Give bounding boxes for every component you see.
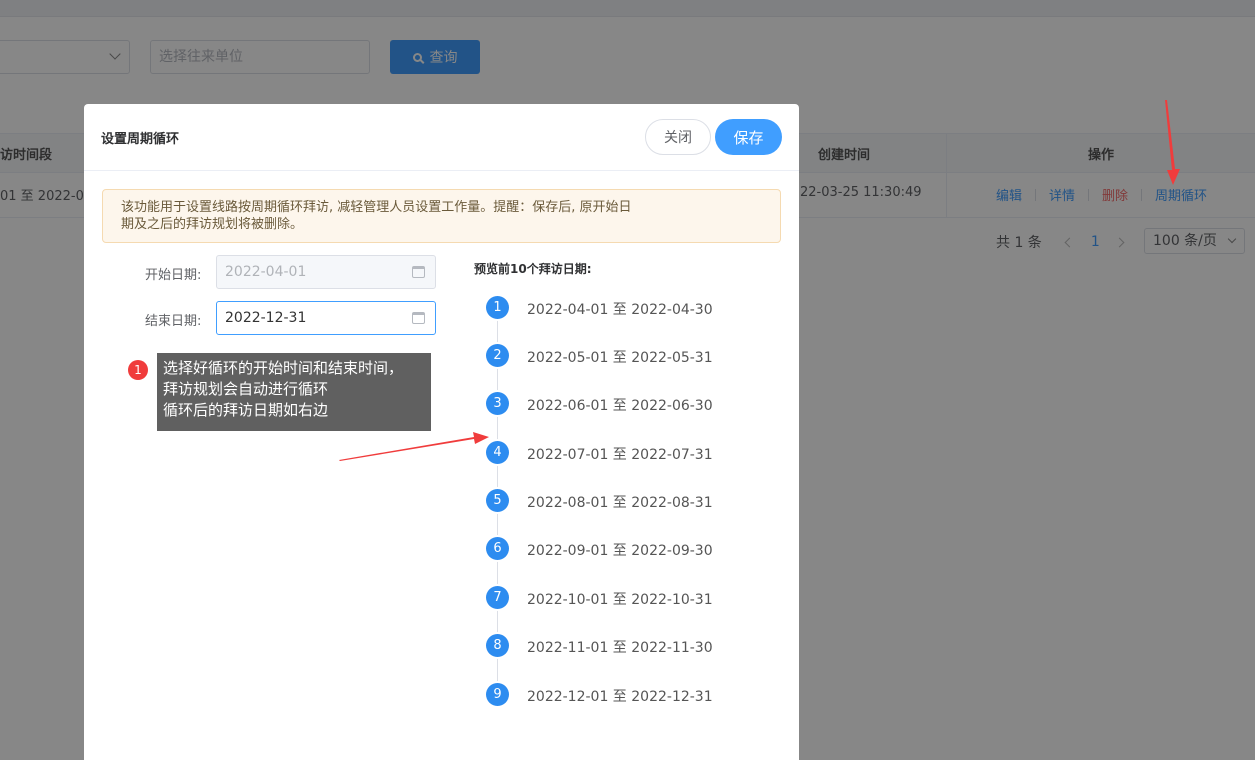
dialog-divider bbox=[84, 170, 799, 171]
timeline-range: 2022-07-01 至 2022-07-31 bbox=[527, 447, 713, 463]
timeline-number: 1 bbox=[486, 296, 509, 319]
dialog-title: 设置周期循环 bbox=[101, 132, 180, 147]
timeline-number: 5 bbox=[486, 489, 509, 512]
timeline-range: 2022-09-01 至 2022-09-30 bbox=[527, 543, 713, 559]
annotation-line: 拜访规划会自动进行循环 bbox=[163, 380, 329, 398]
end-date-input[interactable]: 2022-12-31 bbox=[216, 301, 436, 335]
timeline-range: 2022-10-01 至 2022-10-31 bbox=[527, 592, 713, 608]
timeline-number: 7 bbox=[486, 586, 509, 609]
close-button[interactable]: 关闭 bbox=[645, 119, 711, 155]
timeline-range: 2022-06-01 至 2022-06-30 bbox=[527, 398, 713, 414]
timeline-number: 6 bbox=[486, 537, 509, 560]
notice-line-1: 该功能用于设置线路按周期循环拜访, 减轻管理人员设置工作量。提醒：保存后, 原开… bbox=[121, 200, 632, 215]
end-date-value: 2022-12-31 bbox=[225, 310, 307, 326]
preview-title: 预览前10个拜访日期: bbox=[474, 262, 592, 276]
timeline-range: 2022-04-01 至 2022-04-30 bbox=[527, 302, 713, 318]
notice-line-2: 期及之后的拜访规划将被删除。 bbox=[121, 217, 304, 232]
timeline-number: 9 bbox=[486, 683, 509, 706]
end-date-label: 结束日期: bbox=[145, 314, 202, 329]
timeline-range: 2022-11-01 至 2022-11-30 bbox=[527, 640, 713, 656]
annotation-line: 选择好循环的开始时间和结束时间， bbox=[163, 359, 404, 377]
start-date-input[interactable]: 2022-04-01 bbox=[216, 255, 436, 289]
timeline-range: 2022-12-01 至 2022-12-31 bbox=[527, 689, 713, 705]
timeline-number: 8 bbox=[486, 634, 509, 657]
save-button[interactable]: 保存 bbox=[715, 119, 782, 155]
start-date-label: 开始日期: bbox=[145, 268, 202, 283]
timeline-number: 4 bbox=[486, 441, 509, 464]
timeline-range: 2022-08-01 至 2022-08-31 bbox=[527, 495, 713, 511]
notice-banner: 该功能用于设置线路按周期循环拜访, 减轻管理人员设置工作量。提醒：保存后, 原开… bbox=[102, 189, 781, 243]
timeline-number: 2 bbox=[486, 344, 509, 367]
timeline-range: 2022-05-01 至 2022-05-31 bbox=[527, 350, 713, 366]
annotation-line: 循环后的拜访日期如右边 bbox=[163, 401, 329, 419]
timeline-number: 3 bbox=[486, 392, 509, 415]
start-date-value: 2022-04-01 bbox=[225, 264, 307, 280]
annotation-tooltip: 选择好循环的开始时间和结束时间， 拜访规划会自动进行循环 循环后的拜访日期如右边 bbox=[157, 353, 431, 431]
annotation-badge: 1 bbox=[128, 360, 148, 380]
calendar-icon bbox=[412, 266, 425, 278]
cycle-dialog: 设置周期循环 关闭 保存 该功能用于设置线路按周期循环拜访, 减轻管理人员设置工… bbox=[84, 104, 799, 760]
calendar-icon bbox=[412, 312, 425, 324]
